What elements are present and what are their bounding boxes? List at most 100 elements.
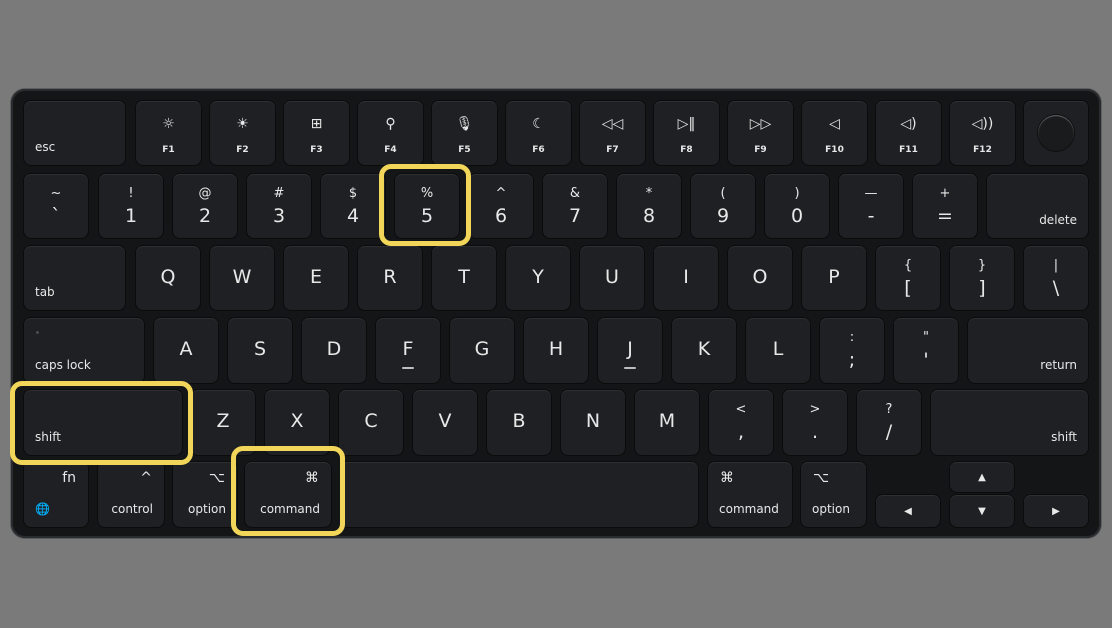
- key-k[interactable]: K: [672, 318, 736, 383]
- key-f5[interactable]: 🎙 F5: [432, 101, 497, 165]
- shifted-symbol: &: [569, 186, 581, 201]
- shifted-symbol: $: [348, 186, 358, 201]
- caps-lock-indicator-icon: [36, 331, 39, 334]
- key-esc[interactable]: esc: [24, 101, 125, 165]
- key-num-2[interactable]: @2: [173, 174, 237, 238]
- key-i[interactable]: I: [654, 246, 718, 310]
- key-f12[interactable]: ◁)) F12: [950, 101, 1015, 165]
- key-num-8[interactable]: * 8: [617, 174, 681, 238]
- key-a[interactable]: A: [154, 318, 218, 383]
- key-e[interactable]: E: [284, 246, 348, 310]
- key-letter: X: [290, 410, 304, 432]
- key-num-=[interactable]: + =: [913, 174, 977, 238]
- key-u[interactable]: U: [580, 246, 644, 310]
- key-punct-b0[interactable]: <,: [709, 390, 773, 455]
- key-bracket-1[interactable]: }]: [950, 246, 1014, 310]
- main-symbol: 2: [198, 205, 212, 227]
- key-shift-left[interactable]: shift: [24, 390, 182, 455]
- key-label: control: [111, 502, 153, 516]
- home-bump-icon: [624, 367, 636, 369]
- key-z[interactable]: Z: [191, 390, 255, 455]
- key-letter: D: [326, 338, 342, 360]
- key-option-left[interactable]: ⌥ option: [173, 462, 237, 527]
- key-f8[interactable]: ▷‖ F8: [654, 101, 719, 165]
- key-punct-1[interactable]: " ': [894, 318, 958, 383]
- key-f[interactable]: F: [376, 318, 440, 383]
- key-label: return: [1040, 358, 1077, 372]
- key-f7[interactable]: ◁◁ F7: [580, 101, 645, 165]
- key-letter: R: [383, 266, 397, 288]
- key-num-4[interactable]: $4: [321, 174, 385, 238]
- key-tab[interactable]: tab: [24, 246, 125, 310]
- key-f3[interactable]: ⊞ F3: [284, 101, 349, 165]
- key-num-1[interactable]: ! 1: [99, 174, 163, 238]
- key-bracket-2[interactable]: | \: [1024, 246, 1088, 310]
- key-l[interactable]: L: [746, 318, 810, 383]
- key-f10[interactable]: ◁ F10: [802, 101, 867, 165]
- volume-up-icon: ◁)): [971, 116, 994, 132]
- command-symbol-icon: ⌘: [720, 470, 734, 486]
- key-space[interactable]: [341, 462, 698, 527]
- key-return[interactable]: return: [968, 318, 1088, 383]
- key-x[interactable]: X: [265, 390, 329, 455]
- key-delete[interactable]: delete: [987, 174, 1088, 238]
- key-punct-b1[interactable]: >.: [783, 390, 847, 455]
- main-symbol: 4: [346, 205, 360, 227]
- key-f11[interactable]: ◁) F11: [876, 101, 941, 165]
- key-num-0[interactable]: ) 0: [765, 174, 829, 238]
- key-f1[interactable]: ☼ F1: [136, 101, 201, 165]
- key-letter: Z: [216, 410, 230, 432]
- key-fn[interactable]: fn 🌐: [24, 462, 88, 527]
- key-p[interactable]: P: [802, 246, 866, 310]
- main-symbol: ': [923, 349, 929, 371]
- key-punct-b2[interactable]: ? /: [857, 390, 921, 455]
- key-arrow-left[interactable]: ◀: [876, 495, 940, 527]
- key-f4[interactable]: ⚲ F4: [358, 101, 423, 165]
- key-r[interactable]: R: [358, 246, 422, 310]
- key-m[interactable]: M: [635, 390, 699, 455]
- key-num-9[interactable]: (9: [691, 174, 755, 238]
- key-v[interactable]: V: [413, 390, 477, 455]
- key-f9[interactable]: ▷▷ F9: [728, 101, 793, 165]
- key-f6[interactable]: ☾ F6: [506, 101, 571, 165]
- key-label: F7: [606, 145, 619, 155]
- key-d[interactable]: D: [302, 318, 366, 383]
- key-control[interactable]: ^ control: [98, 462, 164, 527]
- key-command-left[interactable]: ⌘ command: [245, 462, 331, 527]
- key-t[interactable]: T: [432, 246, 496, 310]
- key-y[interactable]: Y: [506, 246, 570, 310]
- key-num-7[interactable]: & 7: [543, 174, 607, 238]
- key-b[interactable]: B: [487, 390, 551, 455]
- key-backtick[interactable]: ~ `: [24, 174, 88, 238]
- key-arrow-up[interactable]: ▲: [950, 462, 1014, 492]
- do-not-disturb-moon-icon: ☾: [532, 116, 545, 132]
- key-arrow-right[interactable]: ▶: [1024, 495, 1088, 527]
- key-arrow-down[interactable]: ▼: [950, 495, 1014, 527]
- key-c[interactable]: C: [339, 390, 403, 455]
- key-label: caps lock: [35, 358, 91, 372]
- key-w[interactable]: W: [210, 246, 274, 310]
- key-option-right[interactable]: ⌥ option: [801, 462, 866, 527]
- main-symbol: \: [1052, 277, 1060, 299]
- key-letter: G: [474, 338, 490, 360]
- key-bracket-0[interactable]: {[: [876, 246, 940, 310]
- key-command-right[interactable]: ⌘ command: [708, 462, 792, 527]
- main-symbol: ;: [848, 349, 856, 371]
- key-h[interactable]: H: [524, 318, 588, 383]
- key-g[interactable]: G: [450, 318, 514, 383]
- key-o[interactable]: O: [728, 246, 792, 310]
- control-symbol-icon: ^: [140, 470, 152, 486]
- key-q[interactable]: Q: [136, 246, 200, 310]
- key-caps-lock[interactable]: caps lock: [24, 318, 144, 383]
- key-num--[interactable]: — -: [839, 174, 903, 238]
- key-shift-right[interactable]: shift: [931, 390, 1088, 455]
- key-n[interactable]: N: [561, 390, 625, 455]
- key-s[interactable]: S: [228, 318, 292, 383]
- key-j[interactable]: J: [598, 318, 662, 383]
- key-punct-0[interactable]: :;: [820, 318, 884, 383]
- key-f2[interactable]: ☀ F2: [210, 101, 275, 165]
- touch-id-button[interactable]: [1024, 101, 1088, 165]
- key-num-5[interactable]: % 5: [395, 174, 459, 238]
- key-num-3[interactable]: #3: [247, 174, 311, 238]
- key-num-6[interactable]: ^ 6: [469, 174, 533, 238]
